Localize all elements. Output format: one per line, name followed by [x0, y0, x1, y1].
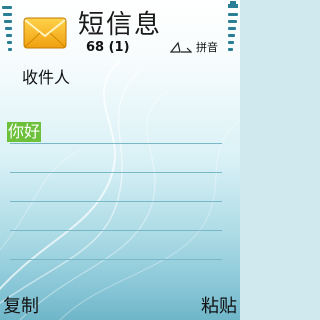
paste-softkey[interactable]: 粘贴	[201, 292, 237, 318]
battery-bar	[228, 48, 233, 51]
input-mode-label: 拼音	[196, 41, 218, 54]
battery-icon	[228, 1, 238, 8]
character-counter: 68 (1)	[86, 40, 130, 55]
signal-bar	[7, 41, 12, 44]
text-line	[10, 201, 222, 202]
text-mode-icon	[170, 41, 192, 53]
page-title: 短信息	[78, 10, 163, 40]
text-line	[10, 259, 222, 260]
signal-bar	[8, 48, 12, 51]
battery-bar	[228, 41, 234, 44]
message-text[interactable]: 你好	[7, 122, 42, 142]
signal-bar	[4, 20, 12, 23]
battery-bar	[228, 34, 235, 37]
signal-bar	[6, 34, 12, 37]
signal-bar	[2, 6, 12, 9]
battery-indicator	[226, 0, 240, 60]
battery-bar	[228, 13, 238, 16]
text-line	[10, 143, 222, 144]
text-line	[10, 230, 222, 231]
recipient-field[interactable]	[10, 84, 222, 142]
signal-bar	[5, 27, 12, 30]
battery-bar	[228, 20, 237, 23]
signal-strength-indicator	[0, 0, 14, 60]
battery-bar	[228, 27, 236, 30]
copy-softkey[interactable]: 复制	[3, 292, 39, 318]
message-envelope-icon	[23, 17, 67, 49]
text-line	[10, 172, 222, 173]
phone-screen: 短信息 68 (1) 拼音 收件人 你好 复制 粘贴	[0, 0, 240, 320]
signal-bar	[3, 13, 12, 16]
